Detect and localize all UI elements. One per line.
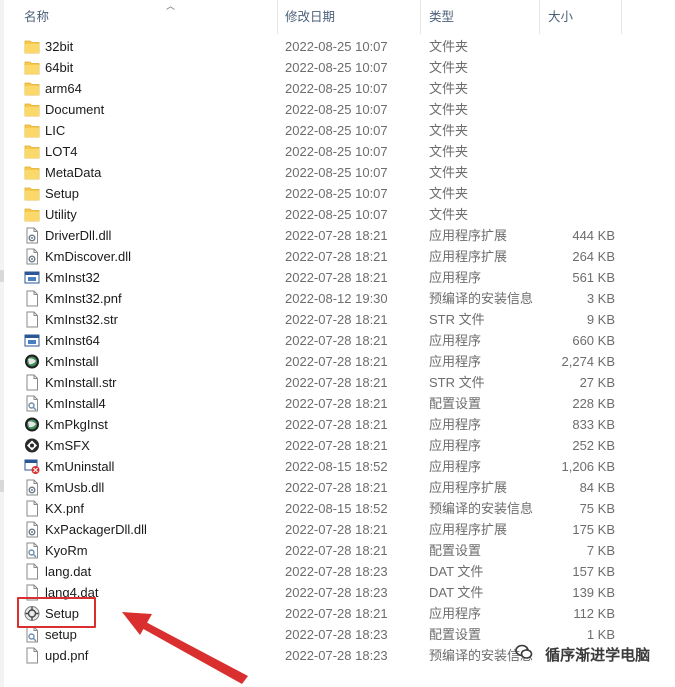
watermark-text: 循序渐进学电脑 — [545, 647, 651, 664]
annotation-arrow-icon — [122, 612, 248, 684]
wechat-icon — [515, 643, 533, 669]
watermark: 循序渐进学电脑 — [515, 643, 650, 669]
